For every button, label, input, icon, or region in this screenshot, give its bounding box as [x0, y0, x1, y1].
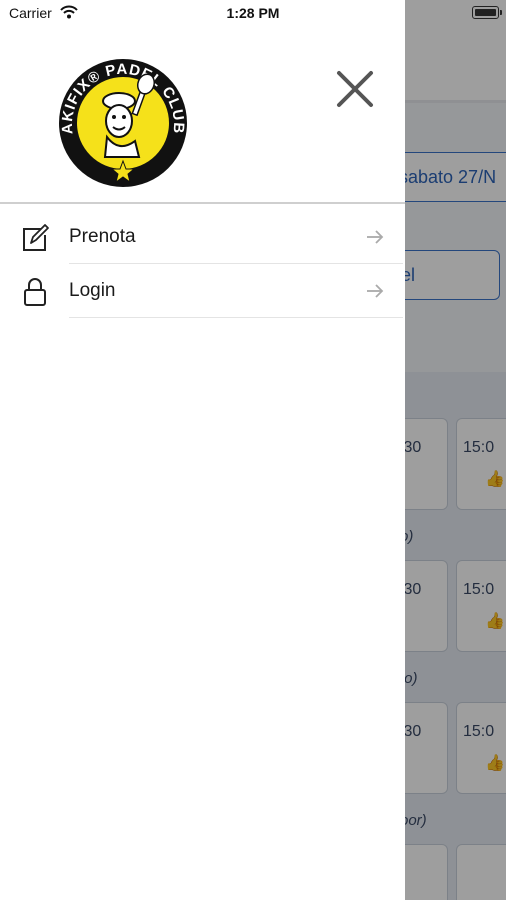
battery-tip	[500, 10, 502, 15]
close-icon	[337, 71, 373, 107]
side-drawer: AKIFIX® PADEL CLUB Prenota	[0, 0, 405, 900]
lock-icon	[20, 277, 50, 307]
menu-item-login[interactable]: Login	[0, 264, 405, 318]
close-button[interactable]	[333, 67, 377, 111]
menu-item-label: Prenota	[69, 226, 136, 247]
status-bar: Carrier 1:28 PM	[0, 0, 506, 26]
menu-item-prenota[interactable]: Prenota	[0, 210, 405, 264]
arrow-right-icon	[365, 227, 385, 247]
drawer-divider	[0, 202, 405, 204]
menu-separator	[69, 317, 403, 318]
battery-icon	[472, 6, 499, 19]
arrow-right-icon	[365, 281, 385, 301]
akifix-padel-club-logo: AKIFIX® PADEL CLUB	[57, 57, 189, 189]
status-time: 1:28 PM	[226, 5, 280, 21]
menu-item-label: Login	[69, 280, 116, 301]
edit-icon	[20, 223, 50, 253]
